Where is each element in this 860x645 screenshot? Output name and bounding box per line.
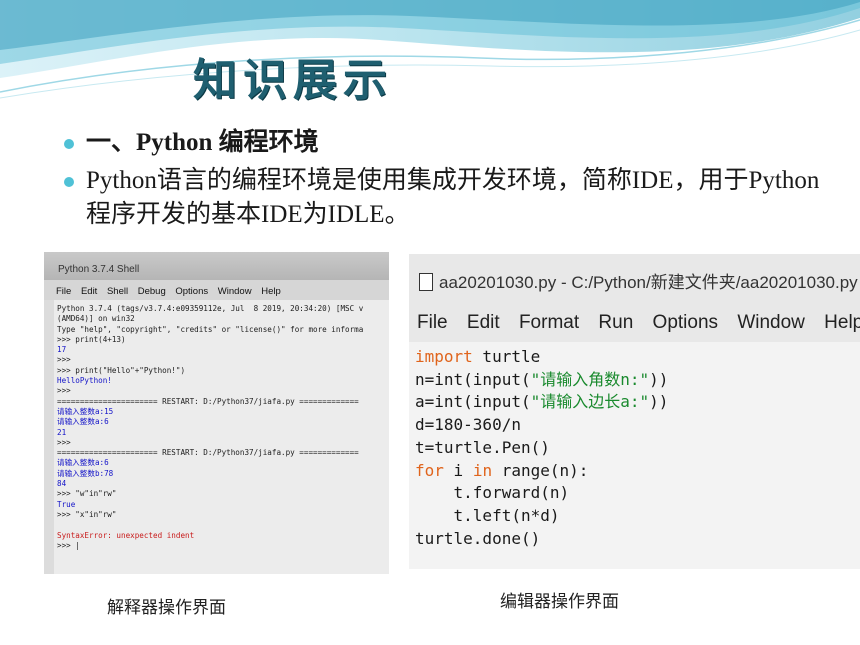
editor-menu-file[interactable]: File: [417, 312, 448, 333]
code-token: n=int(input(: [415, 369, 531, 389]
editor-window-title: aa20201030.py - C:/Python/新建文件夹/aa202010…: [439, 273, 860, 292]
shell-menu-shell[interactable]: Shell: [107, 286, 128, 297]
code-token: t=turtle.Pen(): [415, 437, 550, 457]
editor-menu-edit[interactable]: Edit: [467, 312, 500, 333]
shell-menu-options[interactable]: Options: [175, 286, 208, 297]
shell-line: HelloPython!: [57, 376, 112, 386]
code-line: a=int(input("请输入边长a:")): [415, 391, 860, 414]
code-token: a=int(input(: [415, 392, 531, 412]
shell-line: 请输入整数a:6: [57, 417, 109, 427]
editor-caption: 编辑器操作界面: [500, 592, 619, 612]
shell-line: >>>: [57, 386, 71, 396]
bullet-item: Python语言的编程环境是使用集成开发环境，简称IDE，用于Python程序开…: [64, 164, 824, 232]
shell-line: >>> |: [57, 540, 80, 550]
editor-menu-window[interactable]: Window: [737, 312, 805, 333]
code-token: i: [443, 460, 473, 480]
shell-menu-debug[interactable]: Debug: [138, 286, 166, 297]
shell-menu-file[interactable]: File: [56, 286, 71, 297]
slide-title: 知识展示: [193, 55, 393, 106]
python-shell-screenshot: Python 3.7.4 Shell File Edit Shell Debug…: [44, 252, 389, 574]
shell-line: 请输入整数b:78: [57, 468, 114, 478]
shell-menu-edit[interactable]: Edit: [81, 286, 97, 297]
shell-line: 请输入整数a:15: [57, 406, 114, 416]
code-string: "请输入边长a:": [530, 392, 650, 412]
code-line: t.forward(n): [415, 482, 860, 505]
editor-code-area[interactable]: import turtle n=int(input("请输入角数n:")) a=in…: [409, 342, 860, 569]
code-token: turtle.done(): [415, 528, 541, 548]
code-token: range(n):: [492, 460, 589, 480]
shell-line: >>> "w"in"rw": [57, 489, 117, 499]
shell-menu-help[interactable]: Help: [261, 286, 281, 297]
shell-line: ====================== RESTART: D:/Pytho…: [57, 448, 359, 458]
code-line: d=180-360/n: [415, 414, 860, 437]
shell-line: >>>: [57, 355, 71, 365]
header-wave-decoration: [0, 0, 860, 99]
bullet-item: 一、Python 编程环境: [64, 126, 824, 160]
shell-line: 17: [57, 345, 67, 355]
shell-line: Python 3.7.4 (tags/v3.7.4:e09359112e, Ju…: [57, 304, 364, 313]
editor-menu-format[interactable]: Format: [519, 312, 579, 333]
code-keyword: for: [415, 460, 444, 480]
code-string: "请输入角数n:": [530, 369, 650, 389]
code-token: d=180-360/n: [415, 415, 521, 435]
code-line: t=turtle.Pen(): [415, 437, 860, 460]
code-line: for i in range(n):: [415, 460, 860, 483]
editor-title-bar: aa20201030.py - C:/Python/新建文件夹/aa202010…: [409, 254, 860, 300]
shell-line: 21: [57, 427, 67, 437]
shell-line: Type "help", "copyright", "credits" or "…: [57, 324, 364, 334]
shell-line: 请输入整数a:6: [57, 458, 109, 468]
shell-line: (AMD64)] on win32: [57, 314, 135, 324]
shell-line: SyntaxError: unexpected indent: [57, 530, 195, 540]
shell-line: >>>: [57, 437, 71, 447]
shell-title-bar: Python 3.7.4 Shell: [44, 252, 389, 280]
bullet-text: Python语言的编程环境是使用集成开发环境，简称IDE，用于Python程序开…: [86, 167, 820, 228]
editor-menu-run[interactable]: Run: [598, 312, 633, 333]
shell-menu-bar: File Edit Shell Debug Options Window Hel…: [44, 280, 389, 300]
shell-menu-window[interactable]: Window: [218, 286, 252, 297]
code-keyword: in: [472, 460, 493, 480]
editor-menu-bar: File Edit Format Run Options Window Help: [409, 300, 860, 342]
code-token: )): [649, 369, 669, 389]
code-line: t.left(n*d): [415, 505, 860, 528]
code-line: n=int(input("请输入角数n:")): [415, 369, 860, 392]
bullet-list: 一、Python 编程环境 Python语言的编程环境是使用集成开发环境，简称I…: [64, 126, 824, 236]
code-line: turtle.done(): [415, 528, 860, 551]
shell-line: ====================== RESTART: D:/Pytho…: [57, 396, 359, 406]
code-token: t.left(n*d): [415, 505, 560, 525]
editor-menu-help[interactable]: Help: [824, 312, 860, 333]
shell-line: 84: [57, 479, 67, 489]
code-line: import turtle: [415, 346, 860, 369]
shell-line: >>> print(4+13): [57, 334, 126, 344]
bullet-dot-icon: [64, 139, 74, 149]
shell-caption: 解释器操作界面: [107, 598, 226, 618]
python-file-icon: [419, 273, 433, 291]
bullet-text: 一、Python 编程环境: [86, 129, 319, 156]
shell-line: >>> "x"in"rw": [57, 509, 117, 519]
code-keyword: import: [415, 347, 473, 366]
editor-menu-options[interactable]: Options: [653, 312, 718, 333]
python-editor-screenshot: aa20201030.py - C:/Python/新建文件夹/aa202010…: [409, 254, 860, 569]
code-token: )): [649, 392, 669, 412]
bullet-dot-icon: [64, 177, 74, 187]
shell-line: >>> print("Hello"+"Python!"): [57, 365, 186, 375]
shell-line: True: [57, 499, 76, 509]
code-token: turtle: [472, 347, 541, 366]
shell-window-title: Python 3.7.4 Shell: [58, 264, 140, 275]
code-token: t.forward(n): [415, 483, 570, 503]
shell-output-area[interactable]: Python 3.7.4 (tags/v3.7.4:e09359112e, Ju…: [54, 300, 389, 574]
